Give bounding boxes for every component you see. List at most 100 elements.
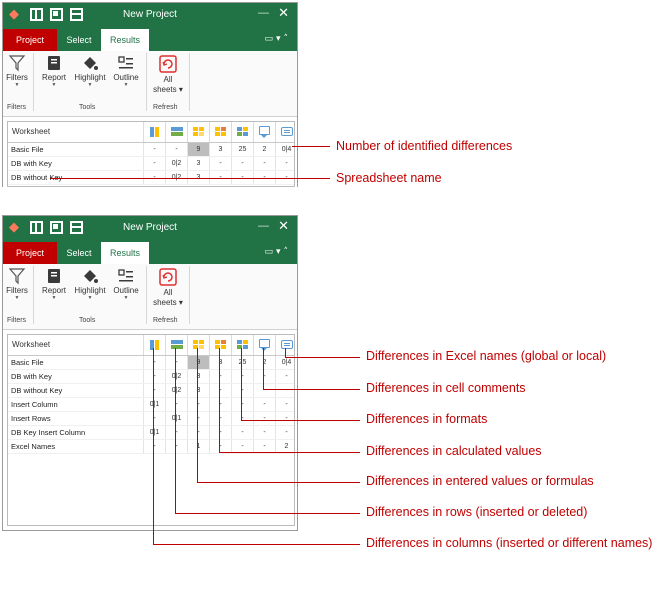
tab-project[interactable]: Project [3,29,57,51]
difference-count-cell[interactable]: 0|2 [165,384,187,397]
difference-count-cell[interactable]: 3 [187,370,209,383]
difference-count-cell[interactable]: - [209,370,231,383]
tab-results[interactable]: Results [101,242,149,264]
worksheet-name[interactable]: Basic File [11,145,44,154]
worksheet-name[interactable]: DB with Key [11,372,52,381]
difference-count-cell[interactable]: - [231,398,253,411]
report-button[interactable]: Report ▼ [38,54,70,102]
difference-count-cell[interactable]: 0|1 [143,426,165,439]
formats-icon[interactable] [231,122,253,142]
all-sheets-button[interactable]: All sheets ▾ [150,54,186,102]
worksheet-name[interactable]: Insert Rows [11,414,51,423]
difference-count-cell[interactable]: - [231,370,253,383]
difference-count-cell[interactable]: 0|2 [165,370,187,383]
table-row[interactable]: Basic File - -9 3 25 2 0|4 [8,143,294,157]
minimize-icon[interactable]: — [258,220,269,232]
tab-results[interactable]: Results [101,29,149,51]
difference-count-cell[interactable]: - [275,157,297,170]
ribbon-display-options-icon[interactable]: ▭▾˄ [264,34,291,44]
worksheet-name[interactable]: Insert Column [11,400,58,409]
difference-count-cell[interactable]: - [275,426,297,439]
difference-count-cell[interactable]: - [275,384,297,397]
worksheet-name[interactable]: DB Key Insert Column [11,428,85,437]
worksheet-name[interactable]: DB without Key [11,386,62,395]
worksheet-name[interactable]: DB with Key [11,159,52,168]
difference-count-cell[interactable]: 3 [209,356,231,369]
close-icon[interactable]: ✕ [278,219,289,234]
difference-count-cell[interactable]: - [253,398,275,411]
tab-select[interactable]: Select [58,29,100,51]
highlight-button[interactable]: Highlight ▼ [71,54,109,102]
difference-count-cell[interactable]: 25 [231,356,253,369]
tab-project[interactable]: Project [3,242,57,264]
formats-icon[interactable] [231,335,253,355]
difference-count-cell[interactable]: - [231,426,253,439]
comments-icon[interactable] [253,335,275,355]
difference-count-cell[interactable]: - [253,370,275,383]
filters-button[interactable]: Filters ▼ [5,54,29,102]
calculated-values-icon[interactable] [209,122,231,142]
difference-count-cell[interactable]: - [165,143,187,156]
difference-count-cell[interactable]: - [275,412,297,425]
tab-select[interactable]: Select [58,242,100,264]
difference-count-cell[interactable]: 3 [187,157,209,170]
table-row[interactable]: DB Key Insert Column 0|1- - - - - - [8,426,294,440]
highlight-button[interactable]: Highlight ▼ [71,267,109,315]
columns-icon[interactable] [143,122,165,142]
difference-count-cell[interactable]: - [165,440,187,453]
difference-count-cell[interactable]: 1 [187,440,209,453]
difference-count-cell[interactable]: 0|1 [165,412,187,425]
entered-values-icon[interactable] [187,122,209,142]
difference-count-cell[interactable]: 9 [187,356,209,369]
rows-icon[interactable] [165,122,187,142]
outline-button[interactable]: Outline ▼ [109,267,143,315]
filters-button[interactable]: Filters ▼ [5,267,29,315]
calculated-values-icon[interactable] [209,335,231,355]
difference-count-cell[interactable]: - [143,412,165,425]
difference-count-cell[interactable]: - [209,157,231,170]
table-row[interactable]: DB without Key-0|23---- [8,384,294,398]
outline-button[interactable]: Outline ▼ [109,54,143,102]
difference-count-cell[interactable]: - [209,384,231,397]
difference-count-cell[interactable]: - [187,426,209,439]
difference-count-cell[interactable]: - [209,398,231,411]
difference-count-cell[interactable]: 9 [187,143,209,156]
difference-count-cell[interactable]: 0|1 [143,398,165,411]
difference-count-cell[interactable]: 0|4 [275,143,297,156]
table-row[interactable]: DB with Key -0|2 3- - - - [8,157,294,171]
table-row[interactable]: Insert Column 0|1- - - - - - [8,398,294,412]
difference-count-cell[interactable]: 2 [253,356,275,369]
difference-count-cell[interactable]: - [187,412,209,425]
close-icon[interactable]: ✕ [278,6,289,21]
worksheet-name[interactable]: Basic File [11,358,44,367]
difference-count-cell[interactable]: - [143,440,165,453]
difference-count-cell[interactable]: - [143,384,165,397]
comments-icon[interactable] [253,122,275,142]
difference-count-cell[interactable]: - [143,370,165,383]
difference-count-cell[interactable]: - [209,426,231,439]
all-sheets-button[interactable]: All sheets ▾ [150,267,186,315]
difference-count-cell[interactable]: - [253,157,275,170]
difference-count-cell[interactable]: - [209,412,231,425]
table-row[interactable]: Basic File - -9 3 25 2 0|4 [8,356,294,370]
difference-count-cell[interactable]: 3 [209,143,231,156]
difference-count-cell[interactable]: - [143,143,165,156]
rows-icon[interactable] [165,335,187,355]
difference-count-cell[interactable]: - [143,356,165,369]
table-row[interactable]: Insert Rows -0|1- - - - - [8,412,294,426]
table-row[interactable]: DB with Key -0|2 3- - - - [8,370,294,384]
minimize-icon[interactable]: — [258,7,269,19]
columns-icon[interactable] [143,335,165,355]
difference-count-cell[interactable]: - [143,157,165,170]
difference-count-cell[interactable]: 0|2 [165,157,187,170]
difference-count-cell[interactable]: 3 [187,384,209,397]
difference-count-cell[interactable]: - [253,426,275,439]
entered-values-icon[interactable] [187,335,209,355]
worksheet-name[interactable]: Excel Names [11,442,55,451]
difference-count-cell[interactable]: - [253,412,275,425]
difference-count-cell[interactable]: - [275,398,297,411]
names-icon[interactable] [275,122,297,142]
difference-count-cell[interactable]: - [231,384,253,397]
difference-count-cell[interactable]: - [253,384,275,397]
difference-count-cell[interactable]: 25 [231,143,253,156]
